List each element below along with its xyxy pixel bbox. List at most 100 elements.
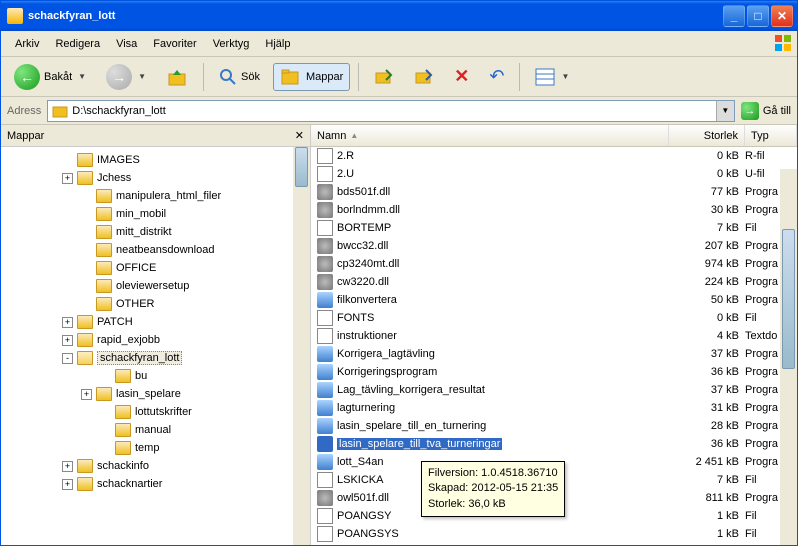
folder-icon: [77, 153, 93, 167]
folder-icon: [96, 387, 112, 401]
file-size: 2 451 kB: [669, 456, 745, 468]
menu-visa[interactable]: Visa: [108, 34, 145, 54]
tree-item[interactable]: bu: [1, 367, 310, 385]
menu-favoriter[interactable]: Favoriter: [145, 34, 204, 54]
file-row[interactable]: filkonvertera50 kBProgra: [311, 291, 797, 309]
file-row[interactable]: lagturnering31 kBProgra: [311, 399, 797, 417]
file-row[interactable]: cp3240mt.dll974 kBProgra: [311, 255, 797, 273]
delete-button[interactable]: ✕: [447, 62, 476, 91]
moveto-icon: [374, 67, 394, 87]
file-pane: Namn▲ Storlek Typ 2.R0 kBR-fil2.U0 kBU-f…: [311, 125, 797, 545]
tree-item[interactable]: +schacknartier: [1, 475, 310, 493]
file-row[interactable]: lasin_spelare_till_tva_turneringar36 kBP…: [311, 435, 797, 453]
expand-icon[interactable]: +: [62, 461, 73, 472]
file-row[interactable]: Korrigeringsprogram36 kBProgra: [311, 363, 797, 381]
file-row[interactable]: BORTEMP7 kBFil: [311, 219, 797, 237]
file-row[interactable]: instruktioner4 kBTextdo: [311, 327, 797, 345]
tree-item[interactable]: OFFICE: [1, 259, 310, 277]
file-row[interactable]: 2.R0 kBR-fil: [311, 147, 797, 165]
expand-icon[interactable]: +: [81, 389, 92, 400]
column-name[interactable]: Namn▲: [311, 125, 669, 146]
folders-button[interactable]: Mappar: [273, 63, 350, 91]
file-size: 811 kB: [669, 492, 745, 504]
file-row[interactable]: FONTS0 kBFil: [311, 309, 797, 327]
expand-icon[interactable]: +: [62, 335, 73, 346]
maximize-button[interactable]: □: [747, 5, 769, 27]
file-size: 28 kB: [669, 420, 745, 432]
titlebar[interactable]: schackfyran_lott _ □ ✕: [1, 1, 797, 31]
tooltip-line: Storlek: 36,0 kB: [428, 497, 558, 512]
column-type[interactable]: Typ: [745, 125, 797, 146]
scrollbar-thumb[interactable]: [782, 229, 795, 369]
menu-arkiv[interactable]: Arkiv: [7, 34, 47, 54]
column-size[interactable]: Storlek: [669, 125, 745, 146]
expand-icon[interactable]: +: [62, 173, 73, 184]
up-button[interactable]: [159, 62, 195, 92]
file-name: 2.U: [337, 168, 354, 180]
file-name: filkonvertera: [337, 294, 397, 306]
file-name: bds501f.dll: [337, 186, 390, 198]
exe-icon: [317, 436, 333, 452]
file-list[interactable]: 2.R0 kBR-fil2.U0 kBU-filbds501f.dll77 kB…: [311, 147, 797, 545]
menu-verktyg[interactable]: Verktyg: [205, 34, 258, 54]
menu-hjalp[interactable]: Hjälp: [257, 34, 298, 54]
folder-icon: [96, 189, 112, 203]
file-row[interactable]: borlndmm.dll30 kBProgra: [311, 201, 797, 219]
file-row[interactable]: bds501f.dll77 kBProgra: [311, 183, 797, 201]
expand-icon[interactable]: +: [62, 479, 73, 490]
scrollbar-thumb[interactable]: [295, 147, 308, 187]
tree-item[interactable]: temp: [1, 439, 310, 457]
tree-item[interactable]: +schackinfo: [1, 457, 310, 475]
tree-item[interactable]: min_mobil: [1, 205, 310, 223]
tree-item[interactable]: OTHER: [1, 295, 310, 313]
tree-item[interactable]: + rapid_exjobb: [1, 331, 310, 349]
file-row[interactable]: 2.U0 kBU-fil: [311, 165, 797, 183]
file-type: R-fil: [745, 150, 797, 162]
tree-item[interactable]: + PATCH: [1, 313, 310, 331]
forward-button[interactable]: → ▼: [99, 60, 153, 94]
tree-item[interactable]: +Jchess: [1, 169, 310, 187]
tree-item[interactable]: oleviewersetup: [1, 277, 310, 295]
minimize-button[interactable]: _: [723, 5, 745, 27]
undo-button[interactable]: ↶: [482, 62, 511, 91]
tree-item[interactable]: manipulera_html_filer: [1, 187, 310, 205]
folder-tree[interactable]: IMAGES+Jchessmanipulera_html_filermin_mo…: [1, 147, 310, 545]
file-row[interactable]: Korrigera_lagtävling37 kBProgra: [311, 345, 797, 363]
expand-icon[interactable]: +: [62, 317, 73, 328]
back-button[interactable]: ← Bakåt ▼: [7, 60, 93, 94]
search-button[interactable]: Sök: [212, 64, 267, 90]
file-row[interactable]: lasin_spelare_till_en_turnering28 kBProg…: [311, 417, 797, 435]
tree-item[interactable]: +lasin_spelare: [1, 385, 310, 403]
file-row[interactable]: cw3220.dll224 kBProgra: [311, 273, 797, 291]
address-dropdown-button[interactable]: ▼: [716, 101, 734, 121]
exe-icon: [317, 454, 333, 470]
folders-pane-close[interactable]: ✕: [295, 129, 304, 142]
copy-to-button[interactable]: [407, 63, 441, 91]
address-combo[interactable]: D:\schackfyran_lott ▼: [47, 100, 735, 122]
tree-item[interactable]: -schackfyran_lott: [1, 349, 310, 367]
file-scrollbar[interactable]: [780, 169, 797, 545]
tree-scrollbar[interactable]: [293, 147, 310, 545]
go-button[interactable]: → Gå till: [741, 102, 791, 120]
tree-item[interactable]: manual: [1, 421, 310, 439]
tree-item-label: PATCH: [97, 316, 133, 328]
undo-arrow-icon: ↶: [489, 66, 504, 87]
tree-item[interactable]: lottutskrifter: [1, 403, 310, 421]
tree-item[interactable]: IMAGES: [1, 151, 310, 169]
close-button[interactable]: ✕: [771, 5, 793, 27]
tree-item[interactable]: neatbeansdownload: [1, 241, 310, 259]
views-icon: [535, 68, 555, 86]
go-arrow-icon: →: [741, 102, 759, 120]
file-row[interactable]: Lag_tävling_korrigera_resultat37 kBProgr…: [311, 381, 797, 399]
views-button[interactable]: ▼: [528, 64, 576, 90]
file-row[interactable]: bwcc32.dll207 kBProgra: [311, 237, 797, 255]
tree-item[interactable]: mitt_distrikt: [1, 223, 310, 241]
file-row[interactable]: POANGSYS1 kBFil: [311, 525, 797, 543]
collapse-icon[interactable]: -: [62, 353, 73, 364]
file-icon: [317, 220, 333, 236]
move-to-button[interactable]: [367, 63, 401, 91]
tree-item-label: rapid_exjobb: [97, 334, 160, 346]
back-arrow-icon: ←: [14, 64, 40, 90]
file-size: 1 kB: [669, 528, 745, 540]
menu-redigera[interactable]: Redigera: [47, 34, 108, 54]
